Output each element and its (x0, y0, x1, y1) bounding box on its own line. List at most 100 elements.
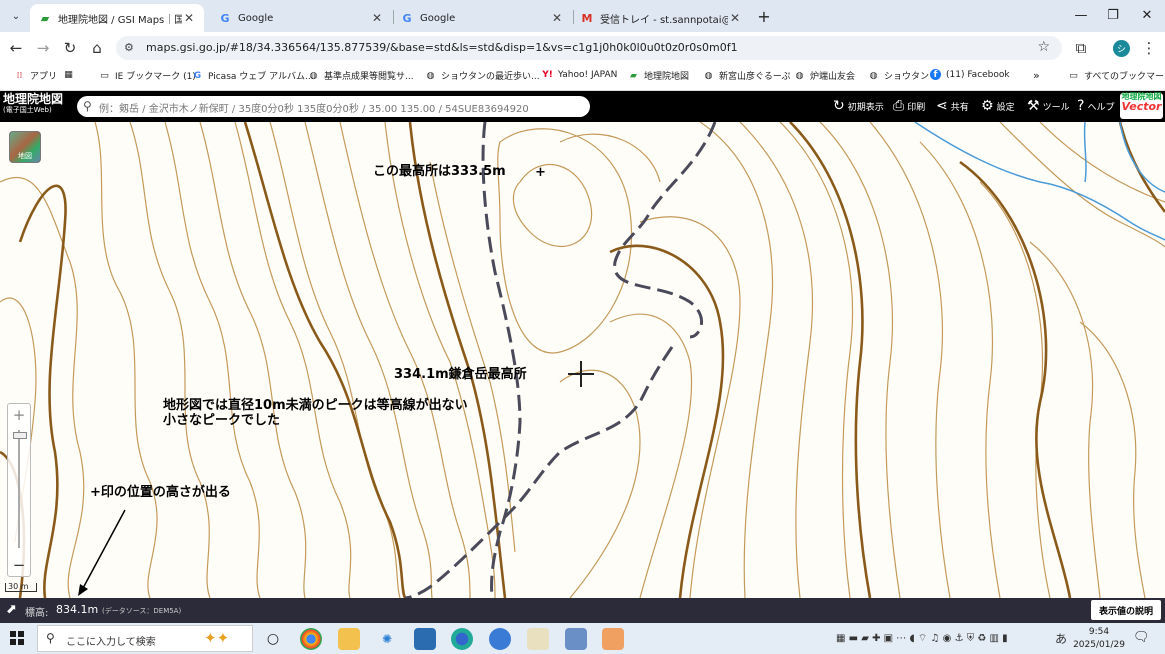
globe-icon: ◍ (426, 70, 435, 81)
bookmark-yahoo[interactable]: Y! Yahoo! JAPAN (542, 69, 617, 80)
sync-app-icon[interactable] (489, 628, 511, 650)
photo-app-icon[interactable] (602, 628, 624, 650)
chrome-taskbar-icon[interactable] (300, 628, 322, 650)
reload-icon[interactable]: ↻ (60, 38, 80, 58)
window-close-icon[interactable]: ✕ (1130, 4, 1164, 26)
bookmarks-bar: ⁞⁞ アプリ ▦ ▭ IE ブックマーク (1) G Picasa ウェブ アルバム.… (0, 64, 1165, 91)
forward-arrow-icon[interactable]: → (33, 38, 53, 58)
zoom-in-button[interactable]: + (8, 406, 30, 424)
expand-arrow-icon[interactable]: ⬈ (6, 602, 17, 617)
map-canvas[interactable]: 地図 この最高所は333.5m + 334.1m鎌倉岳最高所 地形図では直径10… (0, 122, 1165, 598)
taskbar-search-input[interactable]: ⚲ ここに入力して検索 ✦✦ (37, 625, 253, 652)
gsi-vector-logo[interactable]: 地理院地図 Vector (1120, 93, 1163, 119)
tab-google-2[interactable]: G Google ✕ (392, 4, 572, 32)
ime-indicator[interactable]: あ (1055, 630, 1067, 647)
bookmark-shoutan-recent[interactable]: ◍ ショウタンの最近歩い... (425, 69, 540, 83)
windows-start-icon[interactable] (10, 631, 24, 645)
profile-avatar[interactable]: シ (1113, 40, 1130, 57)
grid-icon: ▦ (64, 69, 73, 80)
all-bookmarks[interactable]: ▭ すべてのブックマーク (1068, 69, 1165, 83)
share-button[interactable]: ⋖ 共有 (936, 98, 969, 114)
gsi-logo[interactable]: 地理院地図 (電子国土Web) (3, 93, 63, 114)
extensions-puzzle-icon[interactable]: ⧉ (1071, 38, 1091, 58)
tab-search-chevron-icon[interactable]: ⌄ (6, 6, 26, 26)
image-app-icon[interactable] (414, 628, 436, 650)
folder-icon: ▭ (100, 70, 109, 81)
button-label: 初期表示 (847, 102, 884, 113)
restore-icon[interactable]: ❐ (1096, 4, 1130, 26)
button-label: ヘルプ (1087, 102, 1115, 113)
notification-icon[interactable]: 🗨 (1133, 630, 1150, 645)
tab-close-icon[interactable]: ✕ (728, 11, 742, 25)
taskbar-clock[interactable]: 9:54 2025/01/29 (1072, 626, 1126, 652)
help-button[interactable]: ? ヘルプ (1077, 98, 1114, 114)
bookmark-grid[interactable]: ▦ (63, 69, 79, 80)
bookmark-gsi[interactable]: ▰ 地理院地図 (628, 69, 689, 83)
bookmark-label: アプリ (30, 72, 58, 82)
bookmark-kijunten[interactable]: ◍ 基準点成果等閲覧サ... (308, 69, 414, 83)
minimize-icon[interactable]: — (1064, 4, 1098, 26)
zoom-slider-handle[interactable] (13, 432, 27, 439)
gmail-favicon-icon: M (581, 11, 593, 25)
bookmark-picasa[interactable]: G Picasa ウェブ アルバム... (192, 69, 314, 83)
back-arrow-icon[interactable]: ← (6, 38, 26, 58)
bookmark-apps[interactable]: ⁞⁞ アプリ (14, 69, 58, 83)
new-tab-plus-icon[interactable]: + (754, 6, 774, 26)
bookmark-ie-folder[interactable]: ▭ IE ブックマーク (1) (99, 69, 196, 83)
bookmarks-overflow-chevron[interactable]: » (1033, 69, 1040, 82)
tab-close-icon[interactable]: ✕ (550, 11, 564, 25)
zoom-out-button[interactable]: − (8, 556, 30, 574)
button-label: 印刷 (907, 102, 926, 113)
initial-view-button[interactable]: ↻ 初期表示 (833, 98, 884, 114)
bookmark-star-icon[interactable]: ☆ (1037, 39, 1050, 55)
gsi-header: 地理院地図 (電子国土Web) ⚲ 例：剱岳 / 金沢市木ノ新保町 / 35度0… (0, 91, 1165, 122)
tray-icons[interactable]: ▦ ▬ ▰ ✚ ▣ ⋯ ◖ ⌔ ♫ ◉ ⚓ ⛨ ♻ ▥ ▮ (836, 632, 1008, 645)
button-label: 設定 (996, 102, 1015, 113)
question-icon: ? (1077, 98, 1085, 114)
bookmark-facebook[interactable]: f (11) Facebook (930, 69, 1010, 80)
globe-icon: ◍ (309, 70, 318, 81)
google-favicon-icon: G (220, 11, 230, 25)
print-button[interactable]: ⎙ 印刷 (893, 98, 925, 114)
address-bar[interactable]: ⚙ maps.gsi.go.jp/#18/34.336564/135.87753… (116, 36, 1062, 60)
zoom-slider-track[interactable] (18, 430, 20, 548)
globe-icon: ◍ (869, 70, 878, 81)
bookmark-label: (11) Facebook (946, 69, 1010, 80)
tab-google-1[interactable]: G Google ✕ (210, 4, 392, 32)
bookmark-shoutan[interactable]: ◍ ショウタン (868, 69, 929, 83)
browser-toolbar: ← → ↻ ⌂ ⚙ maps.gsi.go.jp/#18/34.336564/1… (0, 32, 1165, 64)
bookmark-robata[interactable]: ◍ 炉端山友会 (794, 69, 856, 83)
home-icon[interactable]: ⌂ (87, 38, 107, 58)
game-app-icon[interactable] (527, 628, 549, 650)
bookmark-label: IE ブックマーク (1) (115, 72, 196, 82)
tab-close-icon[interactable]: ✕ (182, 11, 196, 25)
facebook-icon: f (930, 69, 941, 80)
elevation-bar: ⬈ 標高: 834.1m (データソース：DEM5A) 表示値の説明 (0, 598, 1165, 623)
tab-gsi-maps[interactable]: ▰ 地理院地図 / GSI Maps｜国土地 ✕ (30, 4, 204, 32)
tab-close-icon[interactable]: ✕ (370, 11, 384, 25)
folder-icon: ▭ (1069, 70, 1078, 81)
file-explorer-icon[interactable] (338, 628, 360, 650)
bookmark-shingu[interactable]: ◍ 新宮山彦ぐるーぷ (703, 69, 791, 83)
zoom-control[interactable]: + − (7, 403, 31, 577)
bookmark-label: 炉端山友会 (810, 72, 856, 82)
tab-title: Google (420, 12, 456, 24)
tools-button[interactable]: ⚒ ツール (1027, 98, 1070, 114)
button-label: 共有 (950, 102, 969, 113)
cortana-circle-icon[interactable]: ○ (262, 628, 284, 650)
site-info-tune-icon[interactable]: ⚙ (124, 41, 134, 54)
search-icon: ⚲ (46, 631, 55, 645)
url-text[interactable]: maps.gsi.go.jp/#18/34.336564/135.877539/… (146, 41, 738, 54)
network-app-icon[interactable]: ✺ (376, 628, 398, 650)
chrome-menu-icon[interactable]: ⋮ (1139, 38, 1159, 58)
elevation-value: 834.1m (56, 603, 99, 616)
place-search-input[interactable]: ⚲ 例：剱岳 / 金沢市木ノ新保町 / 35度0分0秒 135度0分0秒 / 3… (77, 96, 590, 117)
value-explanation-button[interactable]: 表示値の説明 (1091, 600, 1161, 620)
tab-gmail-inbox[interactable]: M 受信トレイ - st.sannpotai@gmail ✕ (572, 4, 750, 32)
map-app-icon[interactable] (565, 628, 587, 650)
settings-button[interactable]: ⚙ 設定 (981, 98, 1015, 114)
clock-time: 9:54 (1088, 627, 1110, 637)
bookmark-label: 基準点成果等閲覧サ... (324, 72, 414, 82)
bookmark-label: Picasa ウェブ アルバム... (208, 72, 314, 82)
edge-browser-icon[interactable] (451, 628, 473, 650)
